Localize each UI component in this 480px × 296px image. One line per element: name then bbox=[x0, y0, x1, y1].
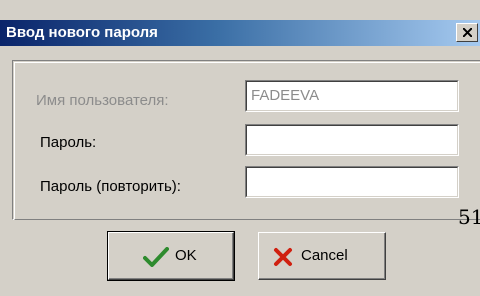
password-repeat-field[interactable] bbox=[245, 166, 459, 198]
cancel-button[interactable]: Cancel bbox=[258, 232, 386, 280]
close-icon bbox=[463, 28, 472, 37]
password-repeat-field-frame bbox=[246, 167, 458, 197]
username-field: FADEEVA bbox=[245, 80, 459, 112]
ok-button-frame bbox=[109, 233, 233, 279]
cross-icon bbox=[274, 248, 292, 266]
username-label: Имя пользователя: bbox=[36, 92, 169, 109]
password-field-frame bbox=[246, 125, 458, 155]
password-dialog: Ввод нового пароля Имя пользователя: FAD… bbox=[0, 0, 480, 296]
password-field[interactable] bbox=[245, 124, 459, 156]
password-repeat-label: Пароль (повторить): bbox=[40, 178, 181, 195]
cancel-label: Cancel bbox=[301, 247, 348, 264]
dialog-title: Ввод нового пароля bbox=[6, 24, 158, 41]
background-fragment: 51 bbox=[458, 205, 480, 229]
password-label: Пароль: bbox=[40, 134, 97, 151]
close-button[interactable] bbox=[456, 23, 478, 42]
username-value: FADEEVA bbox=[251, 87, 320, 104]
ok-button[interactable]: OK bbox=[107, 231, 235, 281]
title-bar[interactable]: Ввод нового пароля bbox=[0, 20, 480, 46]
ok-label: OK bbox=[175, 247, 197, 264]
checkmark-icon bbox=[143, 247, 169, 267]
